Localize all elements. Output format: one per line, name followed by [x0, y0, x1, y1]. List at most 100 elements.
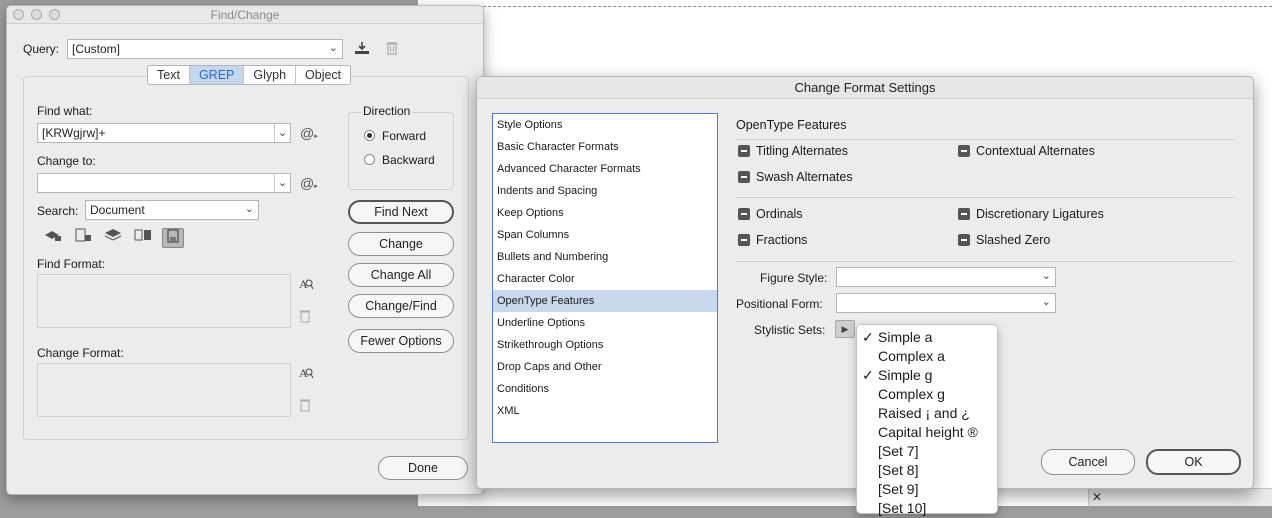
at-sign-icon[interactable]: @▸ — [300, 175, 318, 191]
figure-style-dropdown[interactable]: ⌄ — [836, 267, 1056, 287]
discretionary-ligatures-checkbox[interactable]: Discretionary Ligatures — [958, 207, 1104, 221]
ordinals-label: Ordinals — [756, 207, 803, 221]
menu-item[interactable]: ✓ Simple g — [857, 366, 997, 385]
ok-button[interactable]: OK — [1146, 449, 1241, 475]
done-button[interactable]: Done — [378, 456, 468, 480]
swash-alternates-label: Swash Alternates — [756, 170, 853, 184]
tab-glyph[interactable]: Glyph — [244, 66, 297, 84]
backward-radio[interactable] — [364, 154, 375, 165]
section-title: OpenType Features — [736, 118, 847, 132]
format-search-icon[interactable]: A — [298, 365, 314, 384]
category-item[interactable]: Conditions — [493, 378, 717, 400]
save-query-icon[interactable] — [353, 40, 371, 59]
titling-alternates-checkbox[interactable]: Titling Alternates — [738, 144, 848, 158]
contextual-alternates-checkbox[interactable]: Contextual Alternates — [958, 144, 1095, 158]
swash-alternates-checkbox[interactable]: Swash Alternates — [738, 170, 853, 184]
divider — [736, 197, 1236, 198]
checkbox-indeterminate — [738, 208, 750, 220]
include-footnotes-icon[interactable] — [162, 228, 184, 248]
category-item[interactable]: Span Columns — [493, 224, 717, 246]
query-dropdown[interactable]: [Custom] ⌄ — [67, 39, 343, 59]
trash-icon[interactable] — [299, 398, 311, 415]
fractions-label: Fractions — [756, 233, 808, 247]
tab-object[interactable]: Object — [296, 66, 350, 84]
find-next-button[interactable]: Find Next — [348, 200, 454, 224]
category-list: Style Options Basic Character Formats Ad… — [492, 113, 718, 443]
trash-icon[interactable] — [299, 309, 311, 326]
menu-item[interactable]: [Set 9] — [857, 480, 997, 499]
search-scope-dropdown[interactable]: Document ⌄ — [85, 200, 259, 220]
chevron-down-icon: ⌄ — [244, 203, 254, 215]
chevron-down-icon[interactable]: ⌄ — [274, 174, 290, 192]
find-what-label: Find what: — [37, 104, 93, 118]
include-master-pages-icon[interactable] — [132, 228, 154, 248]
document-panel-strip: ✕ — [1088, 488, 1272, 506]
menu-item[interactable]: ✓ Simple a — [857, 328, 997, 347]
tab-grep[interactable]: GREP — [189, 66, 245, 84]
category-item[interactable]: Keep Options — [493, 202, 717, 224]
tab-text[interactable]: Text — [148, 66, 190, 84]
contextual-alternates-label: Contextual Alternates — [976, 144, 1095, 158]
category-item[interactable]: Bullets and Numbering — [493, 246, 717, 268]
title-bar: Change Format Settings — [477, 77, 1253, 99]
trash-icon[interactable] — [385, 40, 399, 59]
menu-item-label: Complex g — [878, 386, 945, 402]
find-format-box[interactable] — [37, 274, 291, 328]
category-item[interactable]: Underline Options — [493, 312, 717, 334]
ordinals-checkbox[interactable]: Ordinals — [738, 207, 803, 221]
category-item[interactable]: Drop Caps and Other — [493, 356, 717, 378]
stylistic-sets-menu-button[interactable]: ▶ — [835, 320, 855, 338]
change-button[interactable]: Change — [348, 232, 454, 256]
title-bar: Find/Change — [7, 6, 483, 24]
category-item[interactable]: Basic Character Formats — [493, 136, 717, 158]
menu-item[interactable]: Raised ¡ and ¿ — [857, 404, 997, 423]
format-search-icon[interactable]: A — [298, 276, 314, 295]
slashed-zero-checkbox[interactable]: Slashed Zero — [958, 233, 1050, 247]
category-item[interactable]: Character Color — [493, 268, 717, 290]
category-item[interactable]: Indents and Spacing — [493, 180, 717, 202]
include-locked-stories-icon[interactable] — [72, 228, 94, 248]
category-item[interactable]: Strikethrough Options — [493, 334, 717, 356]
at-sign-icon[interactable]: @▸ — [300, 125, 318, 141]
menu-item[interactable]: [Set 8] — [857, 461, 997, 480]
dialog-title: Change Format Settings — [794, 80, 936, 95]
menu-item-label: Raised ¡ and ¿ — [878, 405, 970, 421]
document-guide — [418, 6, 1272, 7]
forward-radio[interactable] — [364, 130, 375, 141]
menu-item[interactable]: Complex g — [857, 385, 997, 404]
find-change-dialog: Find/Change Query: [Custom] ⌄ Text GREP … — [6, 5, 484, 495]
menu-item-label: Complex a — [878, 348, 945, 364]
category-item[interactable]: Style Options — [493, 114, 717, 136]
menu-item[interactable]: Capital height ® — [857, 423, 997, 442]
checkbox-indeterminate — [738, 145, 750, 157]
fewer-options-button[interactable]: Fewer Options — [348, 329, 454, 353]
stylistic-sets-label: Stylistic Sets: — [754, 323, 826, 337]
close-icon[interactable]: ✕ — [1092, 490, 1102, 504]
include-hidden-layers-icon[interactable] — [102, 228, 124, 248]
change-all-button[interactable]: Change All — [348, 263, 454, 287]
change-format-box[interactable] — [37, 363, 291, 417]
menu-item[interactable]: Complex a — [857, 347, 997, 366]
checkbox-indeterminate — [738, 234, 750, 246]
menu-item[interactable]: [Set 7] — [857, 442, 997, 461]
query-value: [Custom] — [72, 42, 121, 56]
cancel-button[interactable]: Cancel — [1041, 449, 1135, 475]
include-locked-layers-icon[interactable] — [42, 228, 64, 248]
menu-item[interactable]: [Set 10] — [857, 499, 997, 518]
direction-group — [348, 112, 454, 190]
special-characters-change: @ — [300, 175, 315, 191]
menu-item-label: Simple g — [878, 367, 933, 383]
search-mode-tabs: Text GREP Glyph Object — [147, 65, 352, 85]
find-what-field[interactable]: [KRWgjrw]+ ⌄ — [37, 123, 291, 143]
change-to-field[interactable]: ⌄ — [37, 173, 291, 193]
stylistic-sets-menu: ✓ Simple a Complex a ✓ Simple g Complex … — [856, 324, 998, 516]
category-item[interactable]: Advanced Character Formats — [493, 158, 717, 180]
positional-form-dropdown[interactable]: ⌄ — [836, 293, 1056, 313]
fractions-checkbox[interactable]: Fractions — [738, 233, 807, 247]
positional-form-label: Positional Form: — [736, 297, 823, 311]
chevron-down-icon[interactable]: ⌄ — [274, 124, 290, 142]
menu-item-label: [Set 10] — [878, 500, 927, 516]
category-item[interactable]: XML — [493, 400, 717, 422]
category-item-selected[interactable]: OpenType Features — [493, 290, 717, 312]
change-find-button[interactable]: Change/Find — [348, 294, 454, 318]
